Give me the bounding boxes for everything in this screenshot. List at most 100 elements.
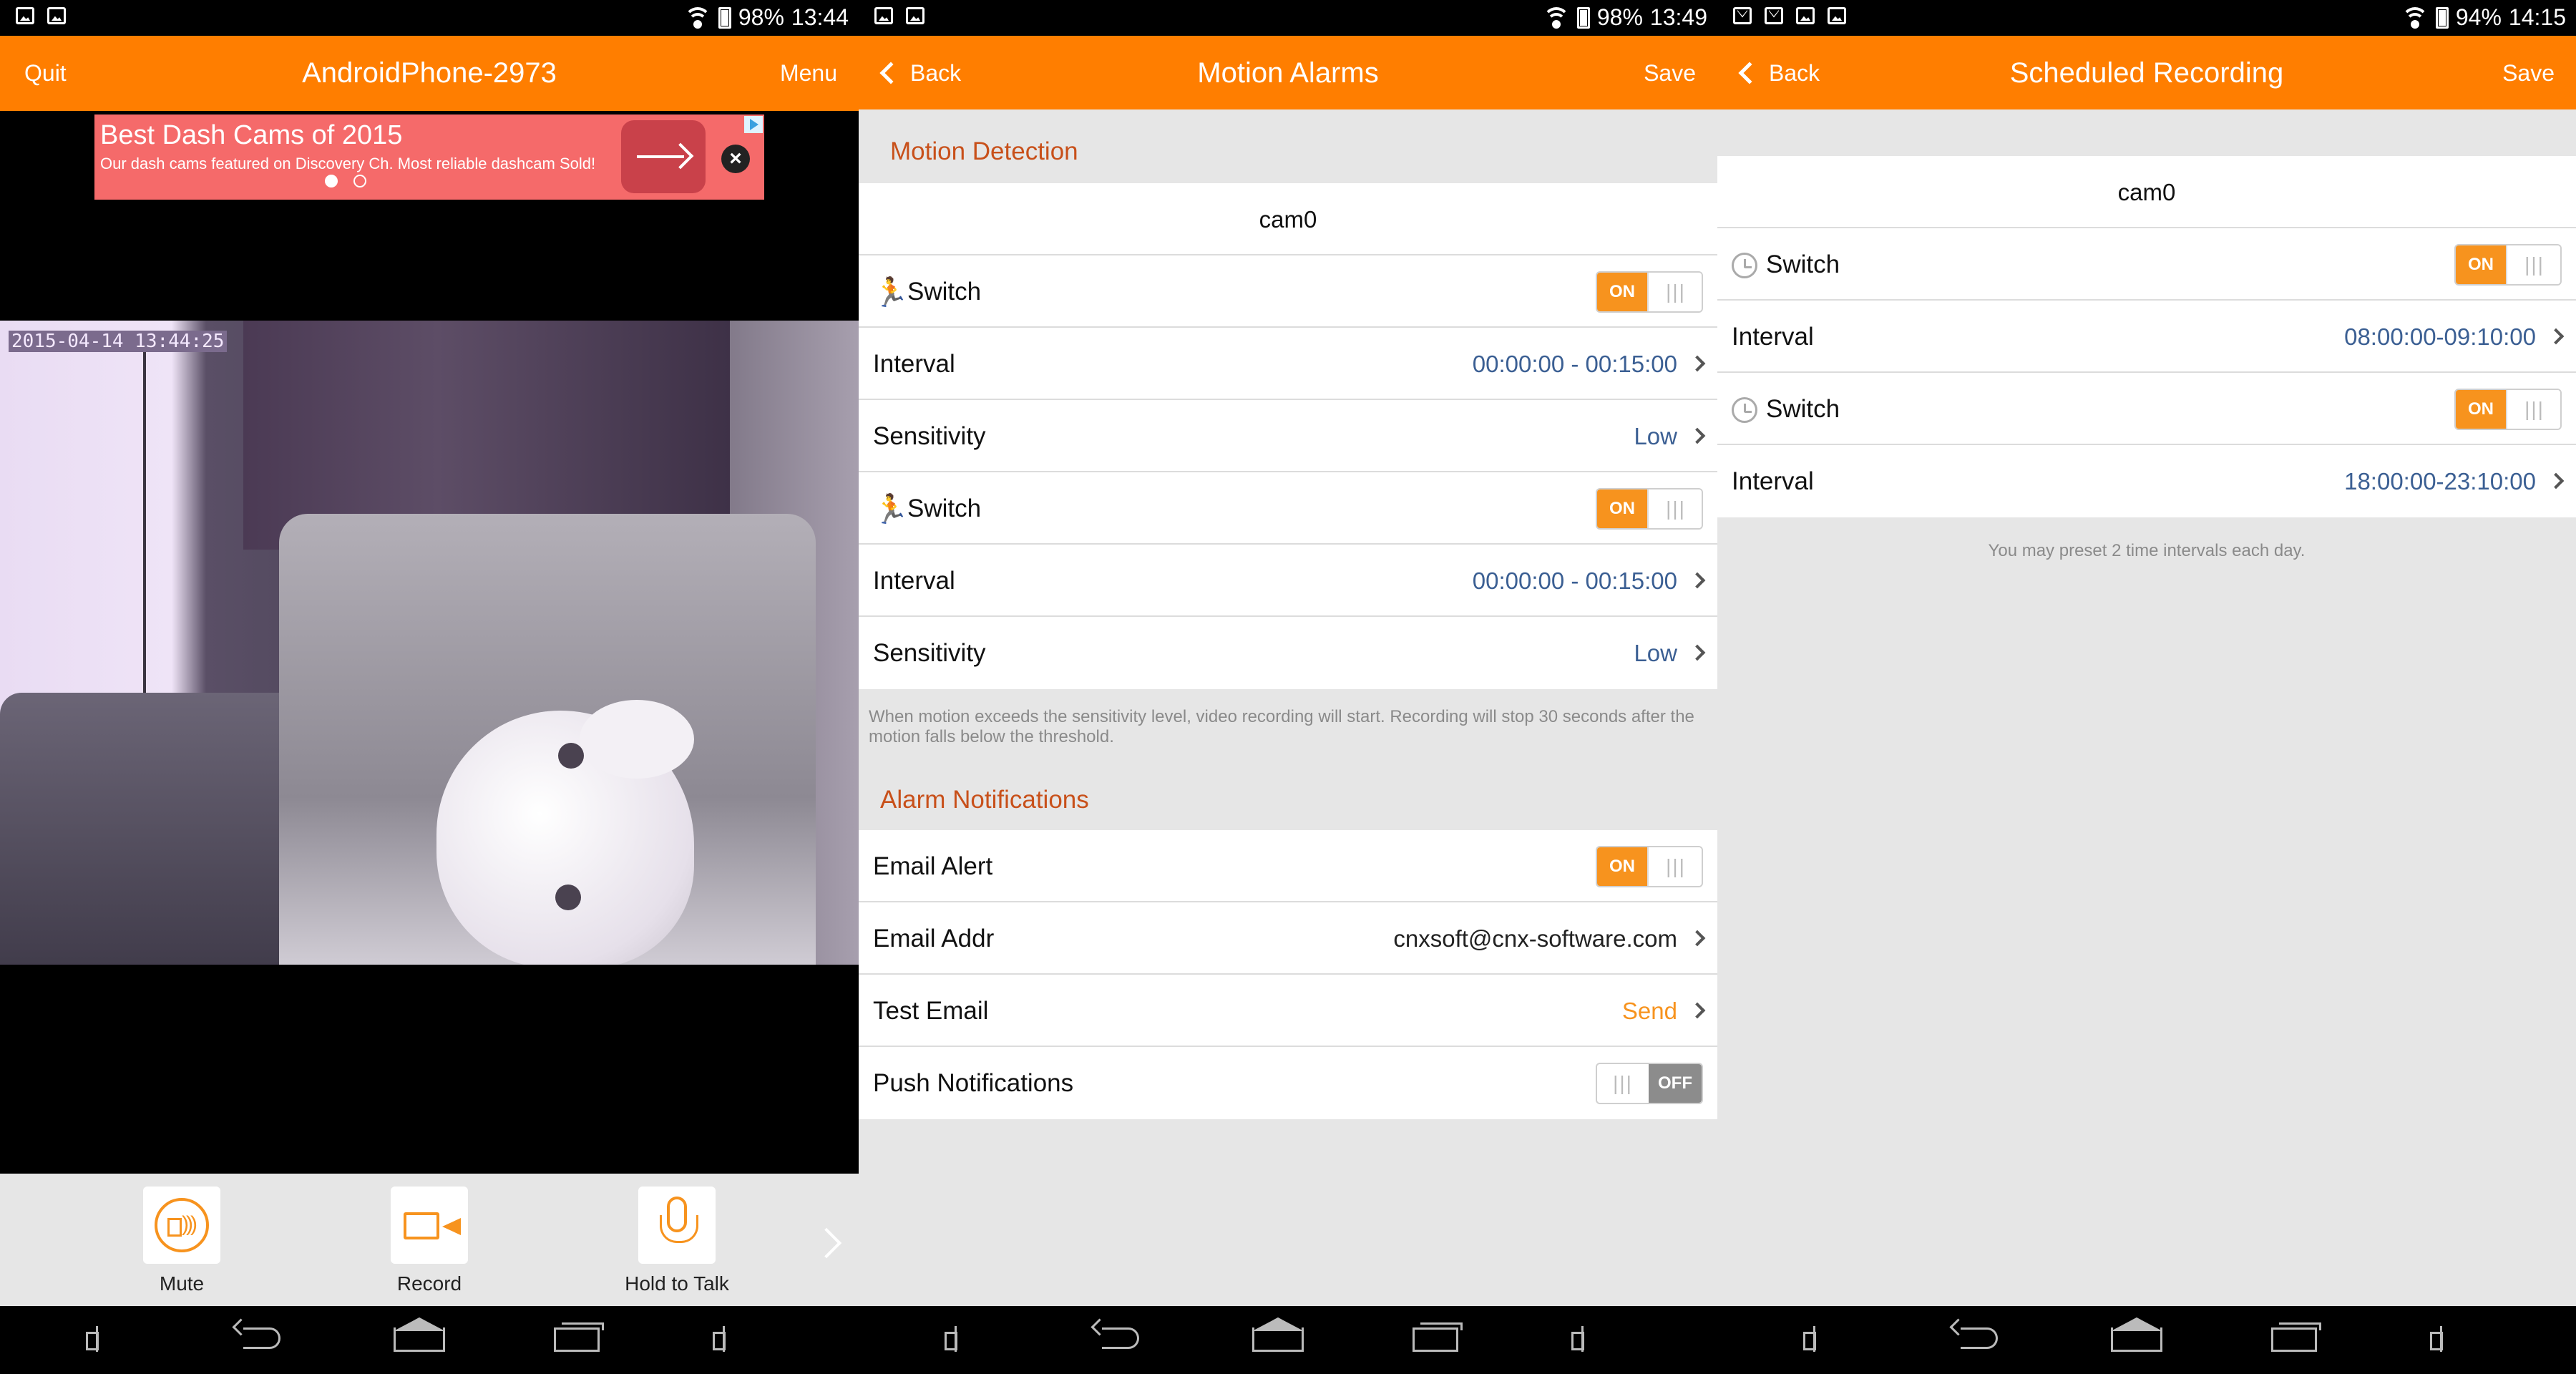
nav-home-icon[interactable] xyxy=(2111,1327,2162,1352)
menu-button[interactable]: Menu xyxy=(780,36,837,111)
clock-icon xyxy=(1732,397,1757,423)
volume-up-icon[interactable] xyxy=(1571,1326,1607,1352)
sensitivity-row-2[interactable]: Sensitivity Low xyxy=(859,617,1717,689)
record-button[interactable]: Record xyxy=(358,1187,501,1295)
ad-choices-icon[interactable] xyxy=(744,116,763,133)
volume-up-icon[interactable] xyxy=(713,1326,748,1352)
row-label: Email Alert xyxy=(873,852,993,880)
email-alert-toggle[interactable]: ON xyxy=(1596,846,1703,887)
record-label: Record xyxy=(396,1272,462,1295)
save-button[interactable]: Save xyxy=(2502,36,2555,111)
interval-value: 00:00:00 - 00:15:00 xyxy=(1472,567,1677,594)
gallery-icon xyxy=(16,7,34,24)
interval-row-2[interactable]: Interval 00:00:00 - 00:15:00 xyxy=(859,545,1717,617)
interval-row-1[interactable]: Interval 00:00:00 - 00:15:00 xyxy=(859,328,1717,400)
chevron-right-icon xyxy=(1689,930,1706,947)
camera-name-row: cam0 xyxy=(859,183,1717,255)
send-button[interactable]: Send xyxy=(1622,975,1677,1047)
mute-label: Mute xyxy=(159,1272,205,1295)
status-bar: 98% 13:49 xyxy=(859,0,1717,36)
volume-down-icon[interactable] xyxy=(86,1326,122,1352)
nav-back-icon[interactable] xyxy=(1961,1327,1998,1349)
nav-recent-apps-icon[interactable] xyxy=(2271,1322,2321,1352)
microphone-icon xyxy=(660,1197,698,1243)
gallery-icon xyxy=(1796,7,1815,24)
motion-note: When motion exceeds the sensitivity leve… xyxy=(869,707,1694,746)
ad-banner[interactable]: Best Dash Cams of 2015 Our dash cams fea… xyxy=(94,114,764,200)
volume-up-icon[interactable] xyxy=(2430,1326,2466,1352)
battery-icon xyxy=(2435,6,2449,29)
video-camera-icon xyxy=(404,1212,461,1239)
camera-name: cam0 xyxy=(2117,179,2176,205)
status-bar: 94% 14:15 xyxy=(1717,0,2576,36)
row-label: Email Addr xyxy=(873,925,995,952)
row-label: Test Email xyxy=(873,997,989,1025)
chevron-right-icon xyxy=(1689,572,1706,589)
ad-arrow-icon[interactable] xyxy=(621,120,706,193)
hold-to-talk-label: Hold to Talk xyxy=(625,1272,729,1295)
nav-home-icon[interactable] xyxy=(394,1327,445,1352)
mail-icon xyxy=(1765,7,1783,24)
row-label: Sensitivity xyxy=(873,422,986,450)
row-label: Switch xyxy=(907,494,982,522)
section-title-alarm-notifications: Alarm Notifications xyxy=(880,786,1089,814)
schedule-switch-row-2: Switch ON xyxy=(1717,373,2576,445)
motion-switch-row-2: 🏃 Switch ON xyxy=(859,472,1717,545)
row-label: Sensitivity xyxy=(873,639,986,667)
app-header: Back Motion Alarms Save xyxy=(859,36,1717,109)
volume-down-icon[interactable] xyxy=(945,1326,980,1352)
chevron-right-icon xyxy=(1689,355,1706,372)
camera-name: cam0 xyxy=(1259,206,1317,233)
mute-button[interactable]: Mute xyxy=(110,1187,253,1295)
system-nav-bar xyxy=(0,1306,859,1374)
email-alert-row: Email Alert ON xyxy=(859,830,1717,902)
schedule-interval-row-2[interactable]: Interval 18:00:00-23:10:00 xyxy=(1717,445,2576,517)
wifi-icon xyxy=(1542,6,1570,29)
clipboard-icon xyxy=(906,7,924,24)
push-notifications-toggle[interactable]: OFF xyxy=(1596,1063,1703,1104)
wifi-icon xyxy=(2401,6,2429,29)
nav-back-icon[interactable] xyxy=(1102,1327,1139,1349)
clock-time: 14:15 xyxy=(2508,4,2566,30)
nav-home-icon[interactable] xyxy=(1252,1327,1304,1352)
row-label: Interval xyxy=(1732,467,1814,495)
video-timestamp: 2015-04-14 13:44:25 xyxy=(9,331,228,352)
video-plush-eye xyxy=(558,743,584,769)
row-label: Switch xyxy=(1766,250,1840,278)
camera-video-feed[interactable]: 2015-04-14 13:44:25 xyxy=(0,321,859,965)
motion-switch-toggle-2[interactable]: ON xyxy=(1596,488,1703,530)
volume-down-icon[interactable] xyxy=(1803,1326,1839,1352)
chevron-right-icon xyxy=(2547,472,2565,489)
schedule-switch-toggle-1[interactable]: ON xyxy=(2454,244,2562,286)
app-header: Back Scheduled Recording Save xyxy=(1717,36,2576,109)
nav-recent-apps-icon[interactable] xyxy=(1413,1322,1463,1352)
sensitivity-value: Low xyxy=(1634,423,1677,449)
page-title: AndroidPhone-2973 xyxy=(302,57,557,89)
save-button[interactable]: Save xyxy=(1644,36,1696,111)
ad-title: Best Dash Cams of 2015 xyxy=(100,120,403,150)
system-nav-bar xyxy=(859,1306,1717,1374)
test-email-row[interactable]: Test Email Send xyxy=(859,975,1717,1047)
schedule-switch-row-1: Switch ON xyxy=(1717,228,2576,301)
clipboard-icon xyxy=(47,7,66,24)
nav-back-icon[interactable] xyxy=(243,1327,280,1349)
chevron-right-icon xyxy=(1689,427,1706,444)
motion-switch-toggle-1[interactable]: ON xyxy=(1596,271,1703,313)
schedule-switch-toggle-2[interactable]: ON xyxy=(2454,389,2562,430)
hold-to-talk-button[interactable]: Hold to Talk xyxy=(605,1187,748,1295)
push-notifications-row: Push Notifications OFF xyxy=(859,1047,1717,1119)
nav-recent-apps-icon[interactable] xyxy=(554,1322,604,1352)
video-plush-head xyxy=(580,700,694,779)
email-addr-row[interactable]: Email Addr cnxsoft@cnx-software.com xyxy=(859,902,1717,975)
status-bar: 98% 13:44 xyxy=(0,0,859,36)
row-label: Interval xyxy=(873,350,955,378)
sensitivity-row-1[interactable]: Sensitivity Low xyxy=(859,400,1717,472)
chevron-right-icon xyxy=(2547,328,2565,345)
row-label: Interval xyxy=(1732,323,1814,351)
chevron-right-icon xyxy=(1689,1002,1706,1019)
chevron-right-icon[interactable] xyxy=(811,1227,842,1259)
ad-close-icon[interactable]: × xyxy=(721,145,750,173)
carousel-dots xyxy=(325,175,366,187)
schedule-interval-row-1[interactable]: Interval 08:00:00-09:10:00 xyxy=(1717,301,2576,373)
chevron-right-icon xyxy=(1689,644,1706,661)
